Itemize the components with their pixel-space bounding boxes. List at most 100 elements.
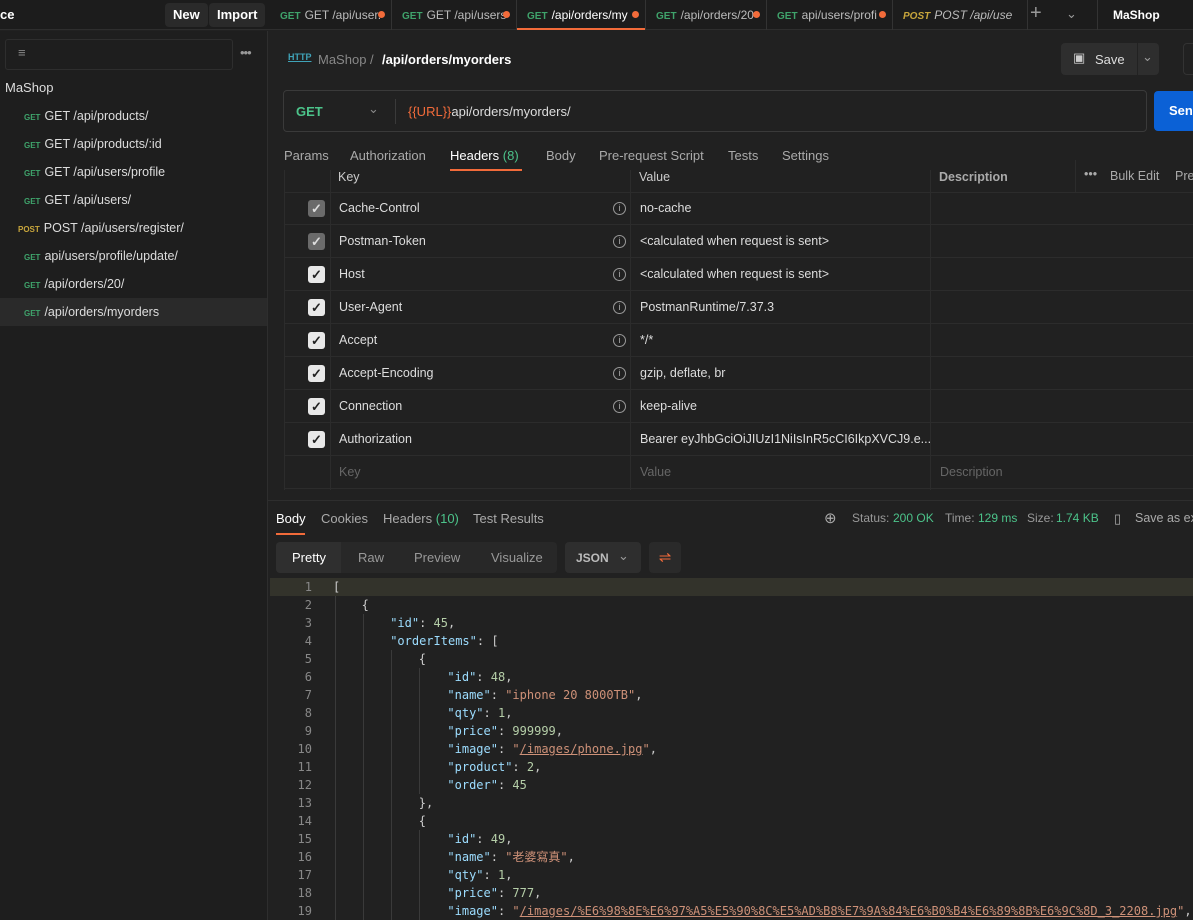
more-icon[interactable]: ••• <box>1084 167 1097 181</box>
new-key-input[interactable]: Key <box>339 456 361 489</box>
view-raw[interactable]: Raw <box>358 550 384 565</box>
sidebar-request-item[interactable]: GET GET /api/products/ <box>0 102 267 130</box>
header-value[interactable]: <calculated when request is sent> <box>640 225 829 258</box>
response-tab-test-results[interactable]: Test Results <box>473 511 544 526</box>
environment-selector[interactable]: MaShop <box>1113 8 1160 22</box>
bulk-edit-button[interactable]: Bulk Edit <box>1110 169 1159 183</box>
header-key[interactable]: User-Agent <box>339 291 402 324</box>
info-icon[interactable]: i <box>613 202 626 215</box>
save-button[interactable]: Save <box>1095 52 1125 67</box>
globe-icon[interactable]: ⊕ <box>824 509 837 527</box>
header-checkbox[interactable]: ✓ <box>308 233 325 250</box>
page-title[interactable]: /api/orders/myorders <box>382 52 511 67</box>
code-token: : <box>497 778 513 792</box>
breadcrumb-separator: / <box>370 52 374 67</box>
header-key[interactable]: Connection <box>339 390 402 423</box>
line-number: 6 <box>304 670 312 684</box>
request-tab[interactable]: GET/api/orders/20 <box>646 0 767 30</box>
code-token: }, <box>418 796 434 810</box>
header-value[interactable]: <calculated when request is sent> <box>640 258 829 291</box>
save-as-example-button[interactable]: Save as example <box>1135 511 1193 525</box>
header-key[interactable]: Accept-Encoding <box>339 357 434 390</box>
view-pretty[interactable]: Pretty <box>292 550 326 565</box>
header-checkbox[interactable]: ✓ <box>308 200 325 217</box>
sidebar-filter-input[interactable]: ≡ <box>5 39 233 70</box>
url-input[interactable]: {{URL}}api/orders/myorders/ <box>408 104 571 119</box>
response-tab-cookies[interactable]: Cookies <box>321 511 368 526</box>
header-value[interactable]: */* <box>640 324 653 357</box>
status-value[interactable]: 200 OK <box>893 511 934 525</box>
header-checkbox[interactable]: ✓ <box>308 332 325 349</box>
code-line: 8 "qty": 1, <box>270 704 1193 722</box>
view-preview[interactable]: Preview <box>414 550 460 565</box>
method-select[interactable]: GET <box>296 104 323 119</box>
send-button[interactable]: Send <box>1154 91 1193 131</box>
code-token: /images/%E6%98%8E%E6%97%A5%E5%90%8C%E5%A… <box>519 904 1178 918</box>
header-checkbox[interactable]: ✓ <box>308 365 325 382</box>
code-token: "iphone 20 8000TB" <box>505 688 636 702</box>
request-tab[interactable]: GET api/users/profi <box>767 0 893 30</box>
header-checkbox[interactable]: ✓ <box>308 266 325 283</box>
info-icon[interactable]: i <box>613 301 626 314</box>
request-tab[interactable]: GET/api/orders/my <box>517 0 646 30</box>
code-token: : <box>419 616 434 630</box>
line-number: 16 <box>297 850 312 864</box>
sidebar-request-item[interactable]: GET/api/orders/myorders <box>0 298 267 326</box>
request-tab[interactable]: POST POST /api/use <box>893 0 1028 30</box>
share-button[interactable] <box>1183 43 1193 75</box>
method-chevron-down-icon[interactable]: ⌄ <box>368 101 379 117</box>
collection-mashop[interactable]: MaShop <box>5 80 53 95</box>
header-checkbox[interactable]: ✓ <box>308 431 325 448</box>
header-value[interactable]: gzip, deflate, br <box>640 357 725 390</box>
header-value[interactable]: keep-alive <box>640 390 697 423</box>
info-icon[interactable]: i <box>613 268 626 281</box>
response-tab-body[interactable]: Body <box>276 511 306 526</box>
header-key[interactable]: Accept <box>339 324 377 357</box>
response-tab-headers[interactable]: Headers (10) <box>383 511 459 526</box>
sidebar-request-item[interactable]: GET/api/orders/20/ <box>0 270 267 298</box>
header-value[interactable]: Bearer eyJhbGciOiJIUzI1NiIsInR5cCI6IkpXV… <box>640 423 931 456</box>
more-options-icon[interactable]: ••• <box>240 45 252 60</box>
breadcrumb-parent[interactable]: MaShop <box>318 52 366 67</box>
new-tab-plus-icon[interactable]: + <box>1030 2 1042 25</box>
header-value[interactable]: PostmanRuntime/7.37.3 <box>640 291 774 324</box>
new-button[interactable]: New <box>165 3 208 27</box>
sidebar-request-item[interactable]: GET api/users/profile/update/ <box>0 242 267 270</box>
info-icon[interactable]: i <box>613 367 626 380</box>
time-value[interactable]: 129 ms <box>978 511 1017 525</box>
header-value[interactable]: no-cache <box>640 192 691 225</box>
header-key[interactable]: Host <box>339 258 365 291</box>
info-icon[interactable]: i <box>613 334 626 347</box>
header-checkbox[interactable]: ✓ <box>308 398 325 415</box>
view-visualize[interactable]: Visualize <box>491 550 543 565</box>
format-chevron-down-icon: ⌄ <box>618 548 629 563</box>
response-body-editor[interactable]: 1[2{3 "id": 45, 4 "orderItems": [5{6 "id": 4… <box>270 578 1193 920</box>
header-key[interactable]: Authorization <box>339 423 412 456</box>
code-line: 13}, <box>270 794 1193 812</box>
info-icon[interactable]: i <box>613 400 626 413</box>
format-select[interactable]: JSON ⌄ <box>565 542 641 573</box>
sidebar-request-item[interactable]: GET GET /api/users/ <box>0 186 267 214</box>
presets-button[interactable]: Presets <box>1175 169 1193 183</box>
new-description-input[interactable]: Description <box>940 456 1003 489</box>
request-tab[interactable]: GET GET /api/user. <box>270 0 392 30</box>
tabs-chevron-down-icon[interactable]: ⌄ <box>1066 6 1077 22</box>
line-number: 1 <box>304 580 312 594</box>
wrap-lines-icon[interactable]: ⇌ <box>649 542 681 573</box>
code-line: 1[ <box>270 578 1193 596</box>
header-key[interactable]: Cache-Control <box>339 192 420 225</box>
request-label: /api/orders/20/ <box>44 277 125 291</box>
line-number: 17 <box>297 868 312 882</box>
header-key[interactable]: Postman-Token <box>339 225 426 258</box>
request-tab[interactable]: GET GET /api/users <box>392 0 517 30</box>
size-value[interactable]: 1.74 KB <box>1056 511 1099 525</box>
new-value-input[interactable]: Value <box>640 456 671 489</box>
header-checkbox[interactable]: ✓ <box>308 299 325 316</box>
response-headers-count: (10) <box>435 511 459 526</box>
import-button[interactable]: Import <box>209 3 266 27</box>
save-chevron-down-icon[interactable]: ⌄ <box>1142 49 1153 65</box>
sidebar-request-item[interactable]: POST POST /api/users/register/ <box>0 214 267 242</box>
info-icon[interactable]: i <box>613 235 626 248</box>
line-number: 19 <box>297 904 312 918</box>
method-badge: GET <box>24 253 41 262</box>
